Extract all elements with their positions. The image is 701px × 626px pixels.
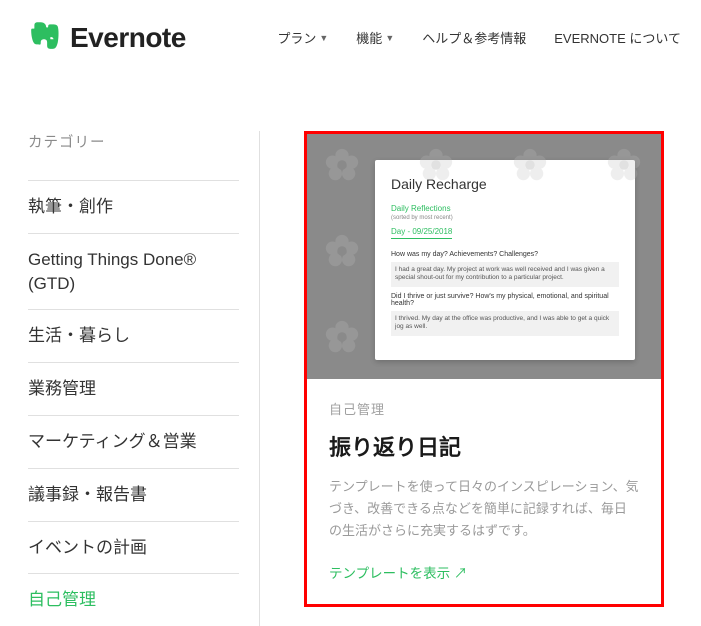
logo-area[interactable]: Evernote xyxy=(28,18,186,57)
sidebar-item-minutes[interactable]: 議事録・報告書 xyxy=(28,468,239,521)
sidebar-item-gtd[interactable]: Getting Things Done® (GTD) xyxy=(28,233,239,310)
sidebar-item-life[interactable]: 生活・暮らし xyxy=(28,309,239,362)
evernote-elephant-icon xyxy=(28,18,62,57)
nav-help[interactable]: ヘルプ＆参考情報 xyxy=(422,28,526,47)
sidebar-heading: カテゴリー xyxy=(28,131,239,152)
flower-icon xyxy=(323,318,361,356)
flower-icon xyxy=(323,146,361,184)
sidebar-item-events[interactable]: イベントの計画 xyxy=(28,521,239,574)
note-heading: Daily Reflections xyxy=(391,204,619,213)
nav-help-label: ヘルプ＆参考情報 xyxy=(422,28,526,47)
nav-about-label: EVERNOTE について xyxy=(554,28,681,47)
card-preview: Daily Recharge Daily Reflections (sorted… xyxy=(307,134,661,379)
nav-about[interactable]: EVERNOTE について xyxy=(554,28,681,47)
note-preview-page: Daily Recharge Daily Reflections (sorted… xyxy=(375,160,635,360)
view-template-link[interactable]: テンプレートを表示 ↗ xyxy=(329,562,639,582)
card-title: 振り返り日記 xyxy=(329,430,639,462)
note-sub: (sorted by most recent) xyxy=(391,215,619,221)
sidebar: カテゴリー 執筆・創作 Getting Things Done® (GTD) 生… xyxy=(0,131,260,626)
nav-features-label: 機能 xyxy=(356,28,382,47)
sidebar-item-marketing[interactable]: マーケティング＆営業 xyxy=(28,415,239,468)
note-answer: I had a great day. My project at work wa… xyxy=(391,262,619,287)
note-date: Day - 09/25/2018 xyxy=(391,227,452,239)
card-body: 自己管理 振り返り日記 テンプレートを使って日々のインスピレーション、気づき、改… xyxy=(307,379,661,604)
chevron-down-icon: ▼ xyxy=(385,33,394,43)
nav-features[interactable]: 機能 ▼ xyxy=(356,28,394,47)
sidebar-item-writing[interactable]: 執筆・創作 xyxy=(28,180,239,233)
header: Evernote プラン ▼ 機能 ▼ ヘルプ＆参考情報 EVERNOTE につ… xyxy=(0,0,701,71)
chevron-down-icon: ▼ xyxy=(319,33,328,43)
nav-plan-label: プラン xyxy=(277,28,316,47)
flower-icon xyxy=(511,146,549,184)
note-answer: I thrived. My day at the office was prod… xyxy=(391,311,619,336)
brand-name: Evernote xyxy=(70,22,186,54)
template-card[interactable]: Daily Recharge Daily Reflections (sorted… xyxy=(304,131,664,607)
flower-icon xyxy=(417,146,455,184)
card-category: 自己管理 xyxy=(329,399,639,418)
nav-plan[interactable]: プラン ▼ xyxy=(277,28,328,47)
top-nav: プラン ▼ 機能 ▼ ヘルプ＆参考情報 EVERNOTE について xyxy=(277,28,681,47)
flower-icon xyxy=(605,146,643,184)
main-content: Daily Recharge Daily Reflections (sorted… xyxy=(260,131,701,626)
note-question: Did I thrive or just survive? How's my p… xyxy=(391,293,619,307)
sidebar-item-business[interactable]: 業務管理 xyxy=(28,362,239,415)
card-description: テンプレートを使って日々のインスピレーション、気づき、改善できる点などを簡単に記… xyxy=(329,476,639,542)
flower-icon xyxy=(323,232,361,270)
note-question: How was my day? Achievements? Challenges… xyxy=(391,251,619,258)
